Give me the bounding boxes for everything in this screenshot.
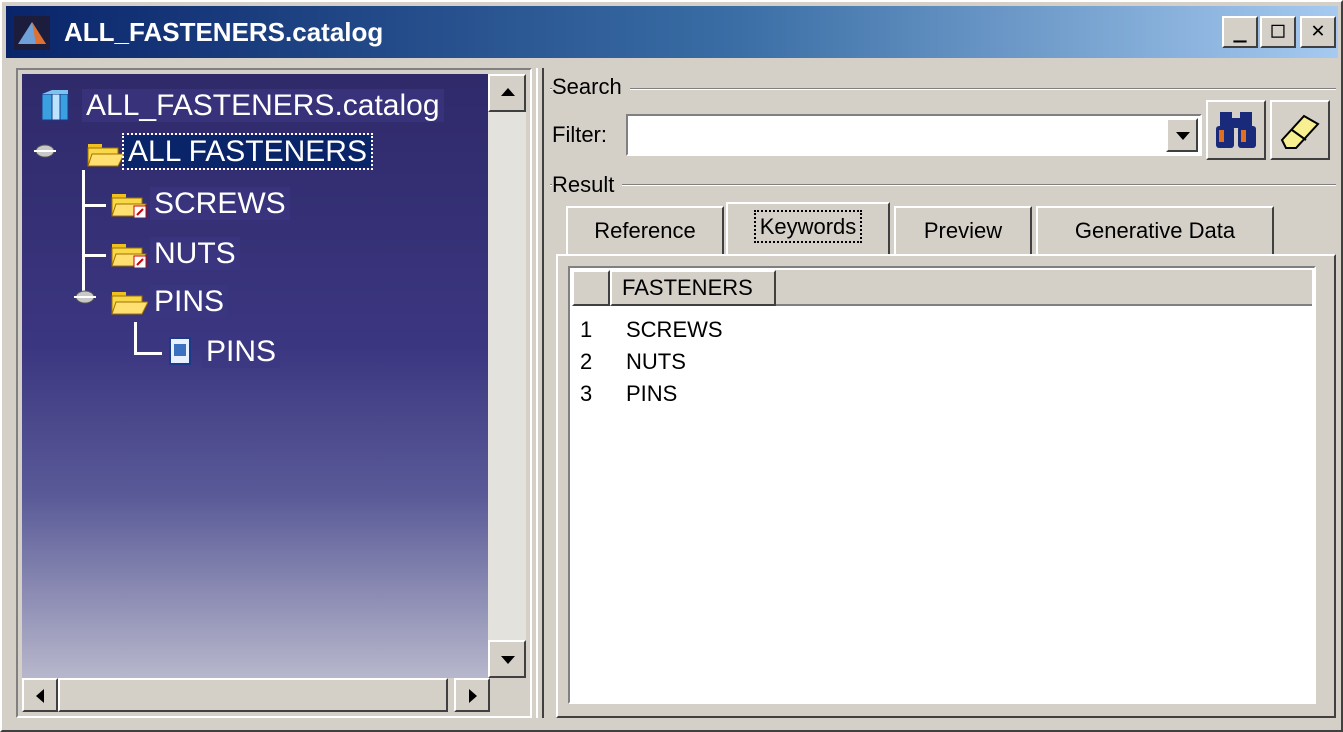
folder-open-icon <box>111 292 148 315</box>
column-header-fasteners[interactable]: FASTENERS <box>610 270 776 306</box>
keywords-table: FASTENERS 1 SCREWS 2 NUTS 3 PINS <box>568 266 1316 704</box>
filter-dropdown-button[interactable] <box>1166 118 1198 152</box>
pane-splitter[interactable] <box>536 68 544 718</box>
tree-node-root[interactable]: ALL_FASTENERS.catalog <box>82 86 444 126</box>
minimize-button[interactable]: _ <box>1222 16 1258 48</box>
scroll-left-button[interactable] <box>22 678 58 712</box>
filter-label: Filter: <box>552 122 615 148</box>
row-number-header <box>572 270 610 306</box>
title-bar[interactable]: ALL_FASTENERS.catalog _ □ ✕ <box>6 6 1338 58</box>
tree-node-pins-document[interactable]: PINS <box>202 332 281 372</box>
search-group-label: Search <box>552 74 630 100</box>
folder-link-icon <box>111 194 147 218</box>
filter-combobox[interactable] <box>626 114 1202 156</box>
tab-keywords[interactable]: Keywords <box>726 202 890 256</box>
vertical-scrollbar[interactable] <box>488 74 526 678</box>
clear-filter-button[interactable] <box>1270 100 1330 160</box>
maximize-button[interactable]: □ <box>1260 16 1296 48</box>
result-group-line <box>550 184 1336 186</box>
tree-node-all-fasteners[interactable]: ALL FASTENERS <box>122 132 373 172</box>
catalog-app-icon <box>14 16 50 50</box>
search-group-line <box>550 88 1336 90</box>
scroll-right-button[interactable] <box>454 678 490 712</box>
tree-node-nuts[interactable]: NUTS <box>150 234 240 274</box>
tree-node-screws[interactable]: SCREWS <box>150 184 290 224</box>
binoculars-icon <box>1216 112 1256 148</box>
eraser-icon <box>1280 114 1320 149</box>
tree-connector <box>134 352 162 355</box>
horizontal-scrollbar[interactable] <box>22 678 490 712</box>
collapse-toggle-icon[interactable] <box>74 290 96 304</box>
tab-preview[interactable]: Preview <box>894 206 1032 256</box>
folder-open-icon <box>87 144 124 167</box>
tree-view: ALL_FASTENERS.catalog ALL FASTENERS SCRE… <box>22 74 490 678</box>
tab-reference[interactable]: Reference <box>566 206 724 256</box>
scroll-up-button[interactable] <box>488 74 526 112</box>
folder-link-icon <box>111 244 147 268</box>
table-row[interactable]: 1 SCREWS <box>580 314 723 346</box>
tab-panel: FASTENERS 1 SCREWS 2 NUTS 3 PINS <box>556 254 1336 718</box>
search-button[interactable] <box>1206 100 1266 160</box>
filter-input[interactable] <box>632 120 1156 152</box>
result-group-label: Result <box>552 172 623 198</box>
collapse-toggle-icon[interactable] <box>34 144 56 158</box>
tree-node-pins-folder[interactable]: PINS <box>150 282 229 322</box>
window-title: ALL_FASTENERS.catalog <box>64 17 384 47</box>
table-row[interactable]: 3 PINS <box>580 378 677 410</box>
tab-generative-data[interactable]: Generative Data <box>1036 206 1274 256</box>
tree-pane: ALL_FASTENERS.catalog ALL FASTENERS SCRE… <box>16 68 532 718</box>
catalog-window: ALL_FASTENERS.catalog _ □ ✕ ALL_FASTENER… <box>0 0 1343 732</box>
table-row[interactable]: 2 NUTS <box>580 346 686 378</box>
tree-connector <box>82 254 106 257</box>
document-icon <box>169 337 191 365</box>
header-filler <box>776 270 1312 306</box>
tree-connector <box>82 170 85 298</box>
close-button[interactable]: ✕ <box>1300 16 1336 48</box>
tree-connector <box>82 204 106 207</box>
scroll-down-button[interactable] <box>488 640 526 678</box>
tree-connector <box>134 322 137 354</box>
catalog-book-icon <box>41 90 69 121</box>
scroll-thumb[interactable] <box>58 678 448 712</box>
